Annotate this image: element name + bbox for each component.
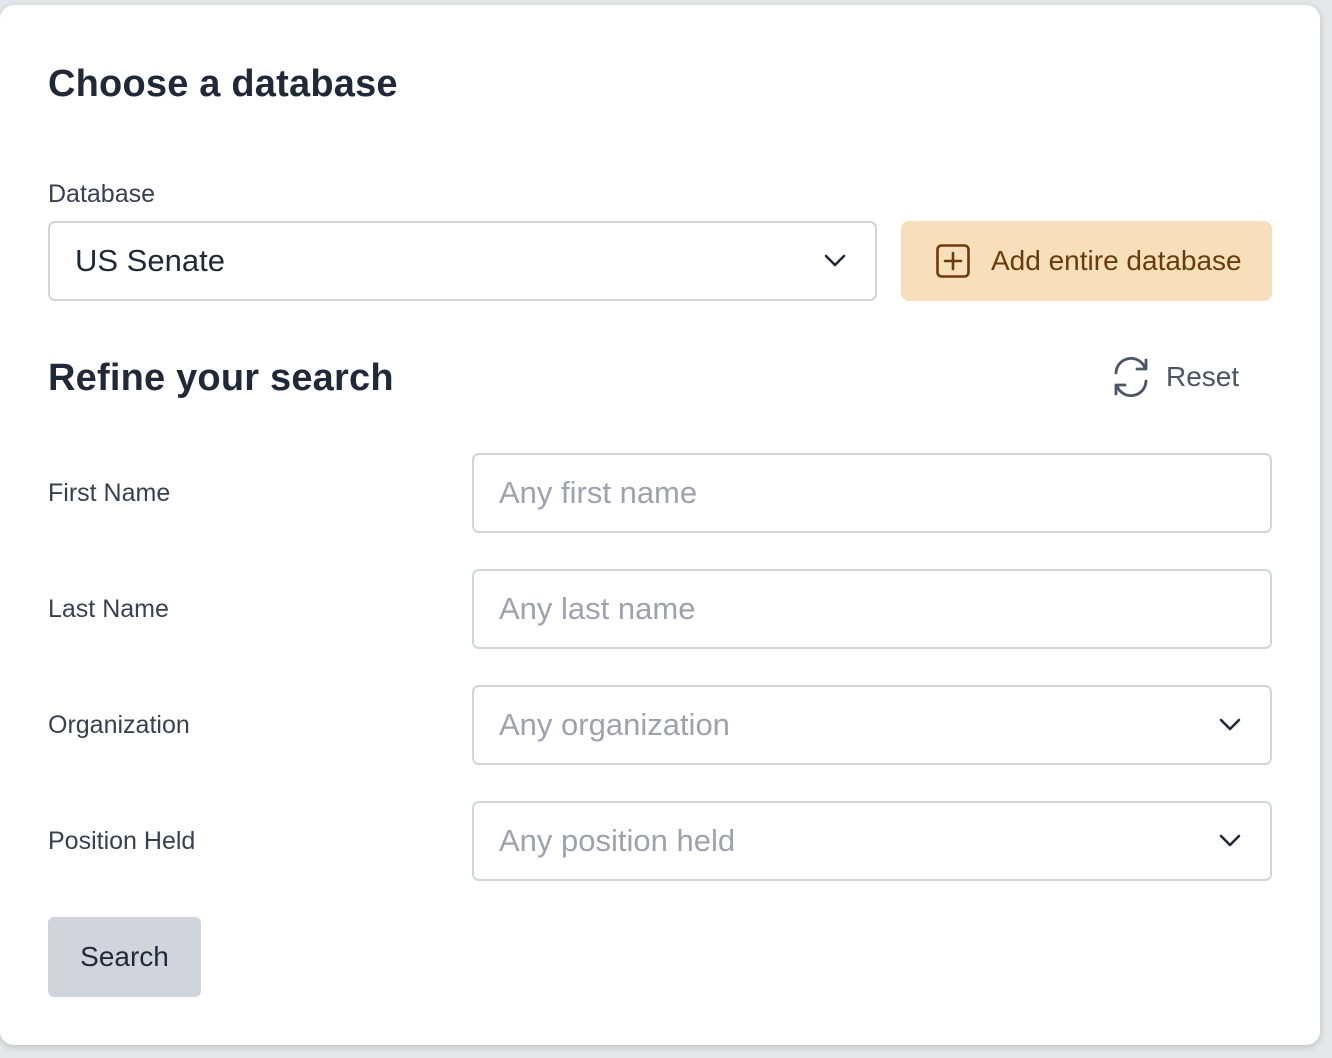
database-select-value: US Senate <box>75 243 225 278</box>
database-select[interactable]: US Senate <box>48 221 877 301</box>
choose-database-heading: Choose a database <box>48 63 398 105</box>
search-button[interactable]: Search <box>48 917 201 997</box>
chevron-down-icon <box>1218 829 1242 853</box>
reset-label: Reset <box>1166 361 1240 392</box>
organization-placeholder: Any organization <box>499 707 730 742</box>
chevron-down-icon <box>1218 713 1242 737</box>
organization-select[interactable]: Any organization <box>472 685 1272 765</box>
last-name-label: Last Name <box>48 595 169 623</box>
search-panel: Choose a database Database US Senate Add… <box>0 5 1320 1045</box>
position-held-label: Position Held <box>48 827 196 855</box>
refine-search-heading: Refine your search <box>48 357 394 399</box>
first-name-input[interactable] <box>472 453 1272 533</box>
search-button-label: Search <box>80 941 169 972</box>
chevron-down-icon <box>823 249 847 273</box>
first-name-label: First Name <box>48 479 171 507</box>
last-name-input[interactable] <box>472 569 1272 649</box>
position-held-placeholder: Any position held <box>499 823 736 858</box>
position-held-select[interactable]: Any position held <box>472 801 1272 881</box>
refresh-icon <box>1108 356 1154 398</box>
database-label: Database <box>48 180 156 208</box>
plus-square-icon <box>935 243 971 279</box>
reset-button[interactable]: Reset <box>1108 355 1239 399</box>
organization-label: Organization <box>48 711 190 739</box>
add-entire-database-button[interactable]: Add entire database <box>901 221 1272 301</box>
add-entire-database-label: Add entire database <box>991 245 1242 276</box>
